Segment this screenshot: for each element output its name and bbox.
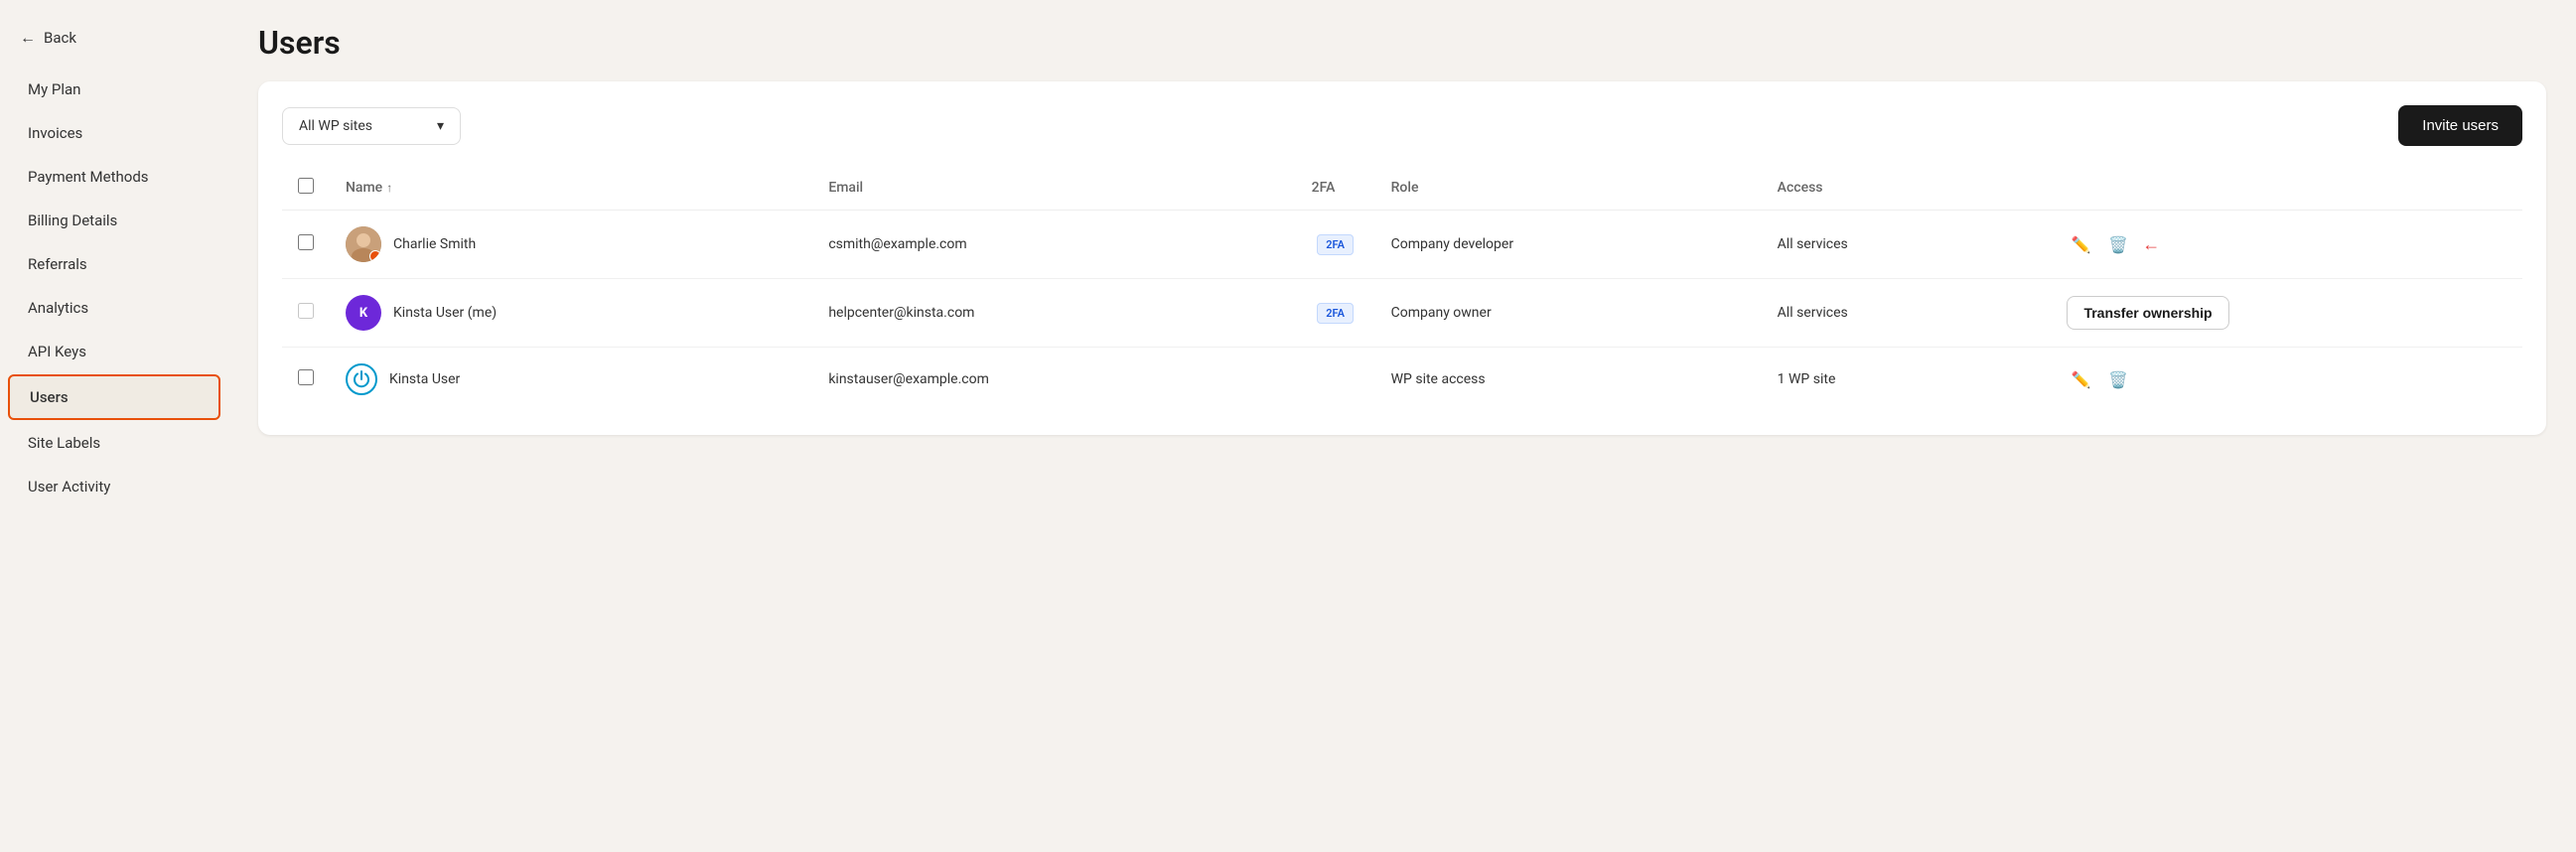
sidebar-item-referrals[interactable]: Referrals xyxy=(8,243,220,285)
col-header-access: Access xyxy=(1778,180,1823,196)
col-header-role: Role xyxy=(1391,180,1419,196)
select-all-checkbox[interactable] xyxy=(298,178,314,194)
avatar: K xyxy=(346,295,381,331)
user-name: Kinsta User xyxy=(389,371,460,387)
col-header-email: Email xyxy=(828,180,863,196)
table-row: K Kinsta User (me) helpcenter@kinsta.com… xyxy=(282,279,2522,348)
avatar xyxy=(346,363,377,395)
delete-icon[interactable]: 🗑️ xyxy=(2104,231,2132,258)
sidebar-item-api-keys[interactable]: API Keys xyxy=(8,331,220,372)
back-button[interactable]: ← Back xyxy=(0,20,228,68)
delete-icon[interactable]: 🗑️ xyxy=(2104,366,2132,393)
arrow-indicator: ← xyxy=(2142,234,2160,255)
sidebar: ← Back My Plan Invoices Payment Methods … xyxy=(0,0,228,852)
sidebar-nav: My Plan Invoices Payment Methods Billing… xyxy=(0,68,228,508)
user-role: Company owner xyxy=(1391,305,1492,321)
user-info: Kinsta User xyxy=(346,363,796,395)
back-arrow-icon: ← xyxy=(20,28,36,48)
transfer-ownership-button[interactable]: Transfer ownership xyxy=(2067,296,2228,330)
user-access: All services xyxy=(1778,236,1848,252)
sort-arrow-icon: ↑ xyxy=(386,181,392,195)
sidebar-item-invoices[interactable]: Invoices xyxy=(8,112,220,154)
row-actions: ✏️ 🗑️ xyxy=(2067,366,2506,393)
user-role: WP site access xyxy=(1391,371,1486,387)
user-info: K Kinsta User (me) xyxy=(346,295,796,331)
col-header-2fa: 2FA xyxy=(1312,180,1336,196)
invite-users-button[interactable]: Invite users xyxy=(2398,105,2522,146)
red-arrow-icon: ← xyxy=(2142,234,2160,255)
sidebar-item-users[interactable]: Users xyxy=(8,374,220,420)
sidebar-item-billing-details[interactable]: Billing Details xyxy=(8,200,220,241)
sidebar-item-payment-methods[interactable]: Payment Methods xyxy=(8,156,220,198)
site-filter-dropdown[interactable]: All WP sites ▾ xyxy=(282,107,461,145)
user-access: All services xyxy=(1778,305,1848,321)
row-actions: ✏️ 🗑️ ← xyxy=(2067,231,2506,258)
users-table: Name ↑ Email 2FA Role Access xyxy=(282,166,2522,411)
table-row: Kinsta User kinstauser@example.com WP si… xyxy=(282,348,2522,412)
row-checkbox-3[interactable] xyxy=(298,369,314,385)
twofa-badge: 2FA xyxy=(1317,234,1354,255)
avatar xyxy=(346,226,381,262)
user-access: 1 WP site xyxy=(1778,371,1836,387)
back-label: Back xyxy=(44,29,76,47)
chevron-down-icon: ▾ xyxy=(437,118,444,134)
user-name: Kinsta User (me) xyxy=(393,305,497,321)
user-email: helpcenter@kinsta.com xyxy=(828,305,974,321)
sidebar-item-analytics[interactable]: Analytics xyxy=(8,287,220,329)
row-checkbox-2[interactable] xyxy=(298,303,314,319)
user-email: kinstauser@example.com xyxy=(828,371,989,387)
site-filter-label: All WP sites xyxy=(299,118,372,134)
row-checkbox-1[interactable] xyxy=(298,234,314,250)
user-name: Charlie Smith xyxy=(393,236,476,252)
col-header-name: Name xyxy=(346,180,382,196)
user-role: Company developer xyxy=(1391,236,1513,252)
edit-icon[interactable]: ✏️ xyxy=(2067,366,2094,393)
edit-icon[interactable]: ✏️ xyxy=(2067,231,2094,258)
sidebar-item-my-plan[interactable]: My Plan xyxy=(8,69,220,110)
page-title: Users xyxy=(258,24,2546,62)
sidebar-item-user-activity[interactable]: User Activity xyxy=(8,466,220,507)
toolbar: All WP sites ▾ Invite users xyxy=(282,105,2522,146)
table-row: Charlie Smith csmith@example.com 2FA Com… xyxy=(282,211,2522,279)
user-email: csmith@example.com xyxy=(828,236,966,252)
user-info: Charlie Smith xyxy=(346,226,796,262)
notification-dot xyxy=(369,250,381,262)
row-actions: Transfer ownership xyxy=(2067,296,2506,330)
main-content: Users All WP sites ▾ Invite users Name xyxy=(228,0,2576,852)
twofa-badge: 2FA xyxy=(1317,303,1354,324)
sidebar-item-site-labels[interactable]: Site Labels xyxy=(8,422,220,464)
content-card: All WP sites ▾ Invite users Name ↑ xyxy=(258,81,2546,435)
